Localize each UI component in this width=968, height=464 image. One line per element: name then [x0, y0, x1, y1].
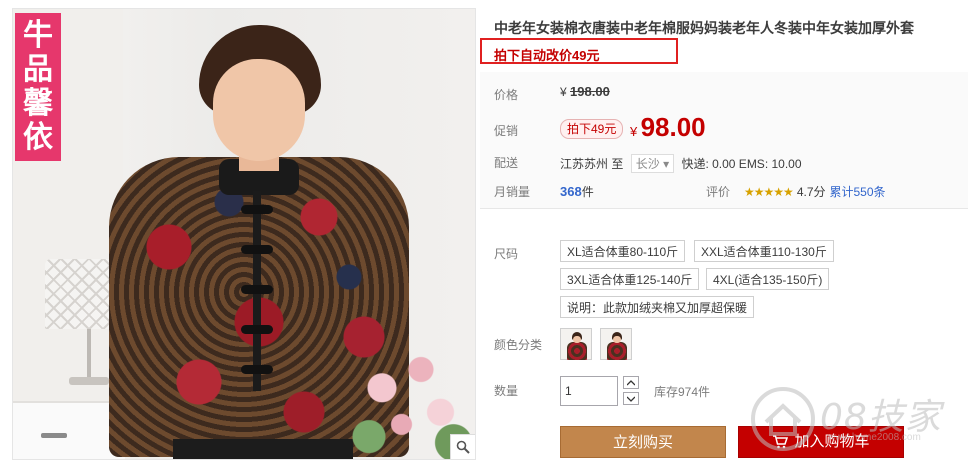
size-option-xxl[interactable]: XXL适合体重110-130斤: [694, 240, 834, 262]
chevron-down-icon: [627, 396, 635, 402]
product-info-panel: 中老年女装棉衣唐装中老年棉服妈妈装老年人冬装中年女装加厚外套 拍下自动改价49元…: [480, 0, 968, 464]
promotion-price: ¥ 98.00: [630, 112, 706, 143]
swatch-thumbnail: [607, 342, 627, 360]
quantity-decrease-button[interactable]: [623, 392, 639, 405]
model-trousers: [173, 439, 353, 459]
model-face: [213, 59, 305, 161]
review-count-link[interactable]: 累计550条: [830, 185, 886, 199]
shipping-label: 配送: [494, 156, 519, 170]
swatch-thumbnail: [613, 336, 621, 343]
original-price: ¥ 198.00: [560, 84, 610, 99]
frog-button: [241, 365, 273, 374]
frog-button: [241, 205, 273, 214]
size-option-3xl[interactable]: 3XL适合体重125-140斤: [560, 268, 700, 290]
brand-char: 牛: [23, 18, 53, 53]
promo-notice: 拍下自动改价49元: [494, 48, 600, 63]
buy-now-button[interactable]: 立刻购买: [560, 426, 726, 458]
zoom-button[interactable]: [450, 434, 475, 459]
ship-to-word: 至: [611, 157, 624, 171]
quantity-label: 数量: [494, 384, 519, 398]
cart-icon: [773, 435, 789, 449]
magnifier-icon: [456, 440, 470, 454]
sales-unit: 件: [581, 185, 594, 199]
original-price-value: 198.00: [570, 84, 610, 99]
rating-label: 评价: [706, 185, 731, 199]
size-option-xl[interactable]: XL适合体重80-110斤: [560, 240, 686, 262]
chevron-up-icon: [627, 379, 635, 385]
add-to-cart-label: 加入购物车: [794, 433, 870, 450]
shipping-fees: 快递: 0.00 EMS: 10.00: [681, 157, 802, 171]
frog-button: [241, 325, 273, 334]
frog-button: [241, 285, 273, 294]
currency-symbol: ¥: [630, 124, 638, 139]
quantity-input[interactable]: [560, 376, 618, 406]
stock-count: 库存974件: [654, 385, 711, 399]
size-label: 尺码: [494, 247, 519, 261]
color-swatch-1[interactable]: [560, 328, 592, 360]
promotion-price-value: 98.00: [640, 112, 706, 142]
size-option-4xl[interactable]: 4XL(适合135-150斤): [706, 268, 830, 290]
monthly-sales: 368件: [560, 183, 594, 200]
color-label: 颜色分类: [494, 338, 543, 352]
size-note-option[interactable]: 说明：此款加绒夹棉又加厚超保暖: [560, 296, 755, 318]
product-title: 中老年女装棉衣唐装中老年棉服妈妈装老年人冬装中年女装加厚外套: [494, 20, 914, 36]
currency-symbol: ¥: [560, 85, 567, 99]
frog-button: [241, 245, 273, 254]
promotion-label: 促销: [494, 124, 519, 138]
swatch-thumbnail: [567, 342, 587, 360]
rating-summary: 评价 ★★★★★ 4.7分 累计550条: [706, 183, 886, 200]
quantity-increase-button[interactable]: [623, 376, 639, 389]
color-swatch-2[interactable]: [600, 328, 632, 360]
promotion-tag: 拍下49元: [560, 119, 624, 139]
brand-char: 品: [23, 52, 53, 87]
lamp-base: [69, 377, 109, 385]
rating-score: 4.7分: [796, 185, 826, 199]
shipping-info: 江苏苏州 至 长沙 ▾ 快递: 0.00 EMS: 10.00: [560, 154, 802, 173]
lamp-stem: [87, 329, 91, 379]
destination-value: 长沙: [635, 157, 660, 171]
sales-label: 月销量: [494, 185, 531, 199]
swatch-thumbnail: [573, 336, 581, 343]
brand-char: 馨: [23, 86, 53, 121]
chevron-down-icon: ▾: [663, 157, 670, 171]
brand-char: 依: [23, 120, 53, 155]
price-label: 价格: [494, 88, 519, 102]
ship-from: 江苏苏州: [560, 157, 609, 171]
star-rating-icon: ★★★★★: [744, 185, 794, 199]
add-to-cart-button[interactable]: 加入购物车: [738, 426, 904, 458]
product-main-image[interactable]: 牛 品 馨 依: [12, 8, 476, 460]
destination-select[interactable]: 长沙 ▾: [630, 154, 675, 173]
sales-count-value: 368: [560, 184, 582, 199]
brand-logo-badge: 牛 品 馨 依: [15, 13, 61, 161]
